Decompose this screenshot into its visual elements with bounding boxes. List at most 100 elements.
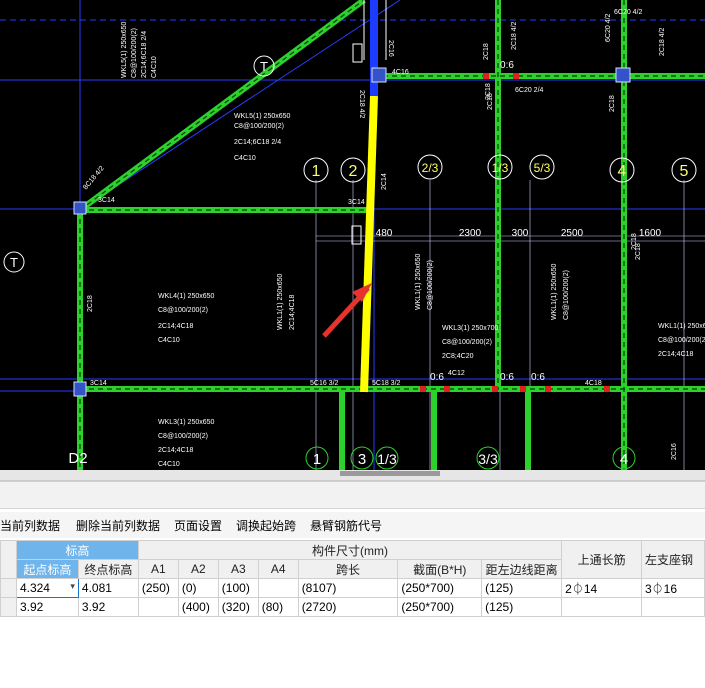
beam-text: 3C14	[98, 197, 115, 204]
beam-text: WKL5(1) 250x650	[234, 113, 291, 120]
cad-drawing[interactable]: 1 2 2/3 1/3 5/3 4 5 1 3 1/3 3/3 4 D2 T T…	[0, 0, 705, 470]
axis-label-t-top: T	[260, 59, 268, 74]
cell-section[interactable]: (250*700)	[397, 578, 483, 598]
cell-end-elev[interactable]: 3.92	[77, 597, 139, 617]
dimension-texts: 2300 300 2500 1600 0:6 0:6 0:6 0:6 480	[376, 60, 662, 383]
toolbar-item-swap-start-span[interactable]: 调换起始跨	[236, 517, 296, 534]
col-header-section[interactable]: 截面(B*H)	[397, 559, 483, 579]
axis-label-bottom-3-3: 3/3	[478, 451, 498, 467]
beam-text: 2C18 4/2	[511, 21, 518, 50]
beam-text: C8@100/200(2)	[131, 28, 138, 78]
beam-text: WKL1(1) 250x650	[658, 323, 705, 330]
table-row[interactable]: 4.324 ▾ 4.081 (250) (0) (100) (8107) (250…	[0, 578, 705, 598]
axis-label-bottom-1-3: 1/3	[377, 451, 397, 467]
beam-text: 4C12	[448, 370, 465, 377]
beam-text: 2C18	[485, 83, 492, 100]
cell-start-elev[interactable]: 3.92	[15, 597, 79, 617]
grid-toolbar: 当前列数据 删除当前列数据 页面设置 调换起始跨 悬臂钢筋代号	[0, 512, 705, 538]
axis-label-2: 2	[349, 163, 358, 180]
axis-label-bottom-1: 1	[313, 451, 321, 468]
toolbar-item-page-setup[interactable]: 页面设置	[174, 517, 222, 534]
splitter-bar[interactable]	[0, 470, 705, 481]
cell-a4[interactable]	[257, 578, 299, 598]
beam-text: C4C10	[158, 337, 180, 344]
col-header-top-rebar[interactable]: 上通长筋	[561, 540, 642, 579]
beam-text: 2C14;6C18 2/4	[234, 139, 281, 146]
axis-label-d2: D2	[68, 450, 87, 467]
cell-a1[interactable]	[137, 597, 179, 617]
cell-offset[interactable]: (125)	[481, 597, 563, 617]
axis-label-t-left: T	[10, 255, 18, 270]
beam-text: 4C16	[392, 69, 409, 76]
cell-left-support[interactable]: 3⏀16	[641, 578, 705, 598]
table-row[interactable]: 3.92 3.92 (400) (320) (80) (2720) (250*7…	[0, 597, 705, 617]
beam-text: C8@100/200(2)	[158, 433, 208, 440]
toolbar-item-cantilever-code[interactable]: 悬臂钢筋代号	[310, 517, 382, 534]
dropdown-arrow-icon[interactable]: ▾	[70, 581, 75, 592]
splitter-grip[interactable]	[340, 471, 440, 476]
dim-480: 480	[376, 228, 393, 239]
beam-text: 3C14	[90, 380, 107, 387]
col-header-a1[interactable]: A1	[137, 559, 179, 579]
cad-drawing-canvas[interactable]: 1 2 2/3 1/3 5/3 4 5 1 3 1/3 3/3 4 D2 T T…	[0, 0, 705, 470]
cell-a3[interactable]: (320)	[217, 597, 259, 617]
dim-ratio-3: 0:6	[531, 372, 545, 383]
beam-text: C8@100/200(2)	[234, 123, 284, 130]
dim-1600: 1600	[639, 228, 662, 239]
col-header-a3[interactable]: A3	[217, 559, 259, 579]
beam-text: 3C14	[348, 199, 365, 206]
beam-text: C8@100/200(2)	[563, 270, 570, 320]
axis-circles-bottom	[305, 446, 636, 470]
row-index	[0, 578, 17, 598]
axis-label-5-3: 5/3	[534, 161, 551, 175]
cell-start-elev[interactable]: 4.324 ▾	[15, 578, 79, 598]
beam-text: 4C18	[585, 380, 602, 387]
beam-text: WKL3(1) 250x650	[158, 419, 215, 426]
beam-text: 6C20 4/2	[605, 13, 612, 42]
beam-text: 2C8;4C20	[442, 353, 474, 360]
cell-top-rebar[interactable]	[561, 597, 642, 617]
cell-a2[interactable]: (0)	[177, 578, 219, 598]
cell-section[interactable]: (250*700)	[397, 597, 483, 617]
col-header-start-elev[interactable]: 起点标高	[15, 559, 79, 579]
dim-2500: 2500	[561, 228, 584, 239]
col-header-end-elev[interactable]: 终点标高	[77, 559, 139, 579]
empty-grid-area	[0, 617, 705, 688]
dim-ratio-top: 0:6	[500, 60, 514, 71]
beam-text: 2C18	[631, 233, 638, 250]
col-header-span-length[interactable]: 跨长	[297, 559, 399, 579]
selected-beam[interactable]	[360, 95, 378, 393]
cell-top-rebar[interactable]: 2⏀14	[561, 578, 642, 598]
beam-text: 2C14;4C18	[289, 294, 296, 330]
axis-label-bottom-4: 4	[620, 451, 628, 468]
toolbar-item-copy-column[interactable]: 当前列数据	[0, 517, 60, 534]
beam-text: C8@100/200(2)	[427, 260, 434, 310]
col-header-a4[interactable]: A4	[257, 559, 299, 579]
beam-text: C4C10	[151, 56, 158, 78]
cell-a4[interactable]: (80)	[257, 597, 299, 617]
beam-span-table: 标高 构件尺寸(mm) 上通长筋 左支座钢 起点标高 终点标高 A1 A2 A3…	[0, 540, 705, 617]
axis-label-1: 1	[312, 163, 321, 180]
cell-left-support[interactable]	[641, 597, 705, 617]
cell-span-length[interactable]: (8107)	[297, 578, 399, 598]
beam-text: 2C16	[387, 40, 394, 57]
beam-text: 2C14;6C18 2/4	[141, 31, 148, 78]
cell-a1[interactable]: (250)	[137, 578, 179, 598]
col-header-a2[interactable]: A2	[177, 559, 219, 579]
cell-a2[interactable]: (400)	[177, 597, 219, 617]
beam-text: WKL1(1) 250x650	[415, 253, 422, 310]
toolbar-item-delete-column[interactable]: 删除当前列数据	[76, 517, 160, 534]
cell-span-length[interactable]: (2720)	[297, 597, 399, 617]
col-header-offset[interactable]: 距左边线距离	[481, 559, 563, 579]
cell-offset[interactable]: (125)	[481, 578, 563, 598]
cell-a3[interactable]: (100)	[217, 578, 259, 598]
col-header-left-support[interactable]: 左支座钢	[641, 540, 705, 579]
axis-label-1-3: 1/3	[492, 161, 509, 175]
beam-text: C8@100/200(2)	[658, 337, 705, 344]
opening-marker	[352, 43, 363, 63]
row-index	[0, 597, 17, 617]
axis-label-bottom-3: 3	[358, 451, 366, 468]
cell-end-elev[interactable]: 4.081	[77, 578, 139, 598]
table-group-header-row: 标高 构件尺寸(mm) 上通长筋 左支座钢	[0, 540, 705, 579]
cell-value: 4.324	[19, 581, 50, 595]
